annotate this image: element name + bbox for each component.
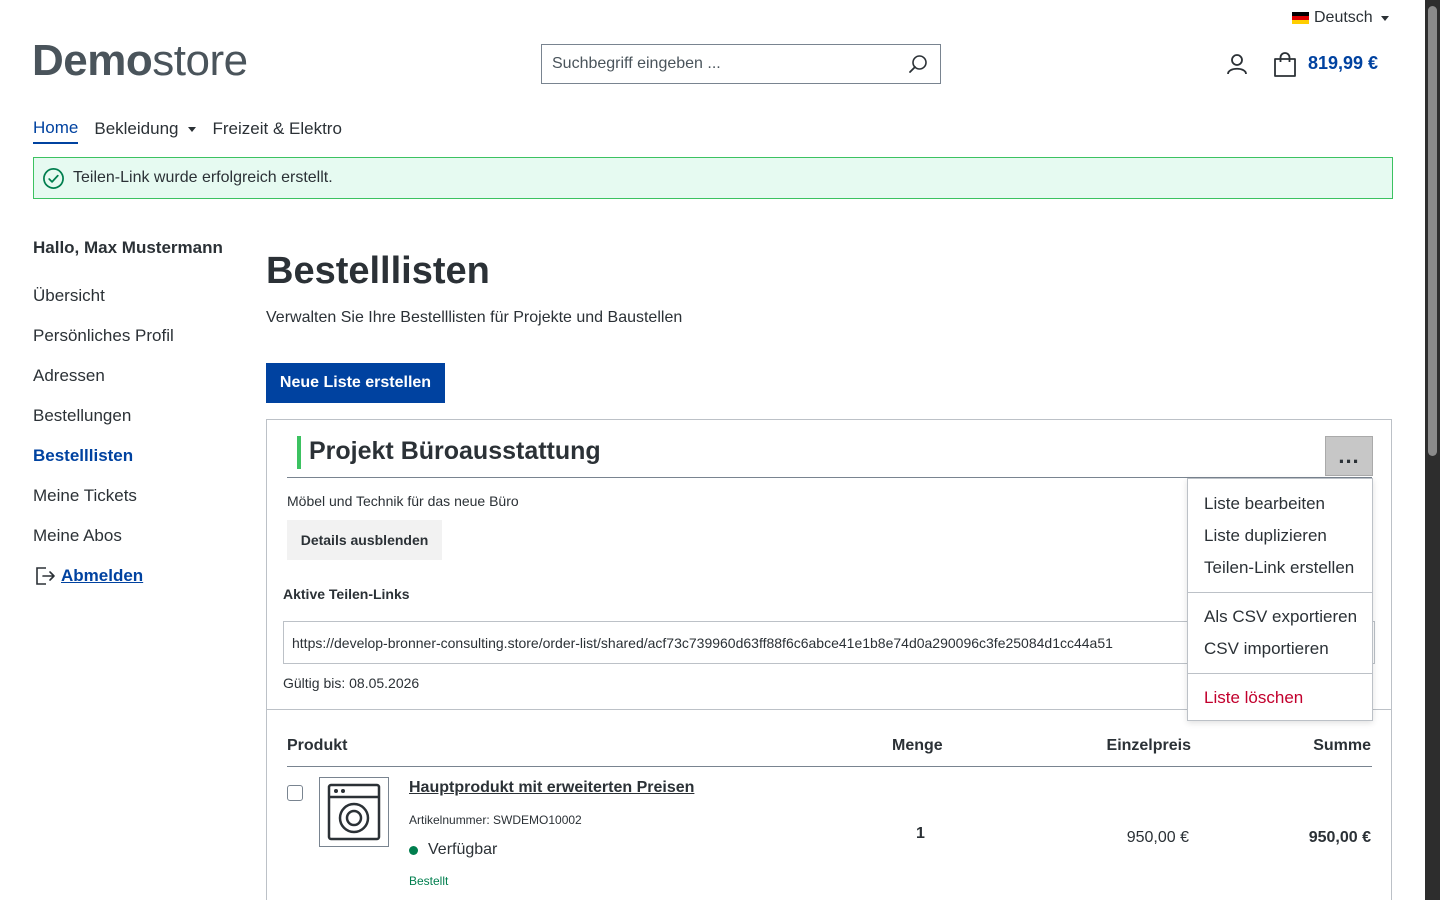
sum-price: 950,00 € xyxy=(1308,829,1371,846)
sidebar-item-overview[interactable]: Übersicht xyxy=(33,286,174,326)
sidebar-item-tickets[interactable]: Meine Tickets xyxy=(33,486,174,526)
nav-item-label: Freizeit & Elektro xyxy=(212,119,342,138)
cart-icon[interactable] xyxy=(1272,52,1298,78)
list-title: Projekt Büroausstattung xyxy=(309,437,601,465)
share-links-heading: Aktive Teilen-Links xyxy=(283,586,410,602)
product-link[interactable]: Hauptprodukt mit erweiterten Preisen xyxy=(409,779,694,797)
nav-item-label: Home xyxy=(33,118,79,137)
search-button[interactable] xyxy=(896,45,940,83)
account-icon[interactable] xyxy=(1225,52,1249,76)
page-title: Bestelllisten xyxy=(266,250,490,292)
nav-item-label: Bekleidung xyxy=(94,119,179,138)
language-selector[interactable]: Deutsch xyxy=(1292,7,1389,29)
search-icon xyxy=(909,55,927,73)
washing-machine-icon xyxy=(327,783,381,841)
nav-item-bekleidung[interactable]: Bekleidung xyxy=(94,118,197,144)
menu-divider xyxy=(1188,673,1372,674)
success-alert: Teilen-Link wurde erfolgreich erstellt. xyxy=(33,157,1393,199)
list-actions-button[interactable]: ... xyxy=(1325,436,1373,476)
sidebar-item-order-lists[interactable]: Bestelllisten xyxy=(33,446,174,486)
logout-link[interactable]: Abmelden xyxy=(61,566,143,586)
list-description: Möbel und Technik für das neue Büro xyxy=(287,493,519,509)
menu-item-delete-list[interactable]: Liste löschen xyxy=(1204,688,1303,708)
availability-dot-icon xyxy=(409,845,418,855)
menu-item-edit-list[interactable]: Liste bearbeiten xyxy=(1204,494,1325,514)
logout-item: Abmelden xyxy=(33,564,143,588)
availability-status: Verfügbar xyxy=(409,841,497,859)
sidebar-item-subscriptions[interactable]: Meine Abos xyxy=(33,526,174,566)
unit-price: 950,00 € xyxy=(1126,829,1189,846)
menu-item-import-csv[interactable]: CSV importieren xyxy=(1204,639,1329,659)
nav-item-freizeit-elektro[interactable]: Freizeit & Elektro xyxy=(212,118,341,144)
menu-item-duplicate-list[interactable]: Liste duplizieren xyxy=(1204,526,1327,546)
toggle-details-button[interactable]: Details ausblenden xyxy=(287,520,442,560)
search-input[interactable] xyxy=(542,45,896,83)
account-sidebar: Übersicht Persönliches Profil Adressen B… xyxy=(33,286,174,566)
availability-label: Verfügbar xyxy=(428,841,498,858)
menu-item-create-share-link[interactable]: Teilen-Link erstellen xyxy=(1204,558,1354,578)
more-icon: ... xyxy=(1338,443,1360,468)
scrollbar-thumb[interactable] xyxy=(1428,6,1437,456)
nav-item-home[interactable]: Home xyxy=(33,118,79,144)
logo[interactable]: Demostore xyxy=(32,36,248,86)
product-sku: Artikelnummer: SWDEMO10002 xyxy=(409,813,582,827)
column-header-unit-price: Einzelpreis xyxy=(1106,737,1191,754)
table-header-divider xyxy=(287,766,1372,767)
page-subtitle: Verwalten Sie Ihre Bestelllisten für Pro… xyxy=(266,309,683,326)
account-greeting: Hallo, Max Mustermann xyxy=(33,238,223,257)
list-accent-bar xyxy=(297,436,301,469)
sidebar-item-profile[interactable]: Persönliches Profil xyxy=(33,326,174,366)
list-actions-menu: Liste bearbeiten Liste duplizieren Teile… xyxy=(1187,478,1373,721)
chevron-down-icon xyxy=(188,126,197,132)
column-header-product: Produkt xyxy=(287,737,348,754)
create-list-button[interactable]: Neue Liste erstellen xyxy=(266,363,445,403)
row-select-checkbox[interactable] xyxy=(287,785,303,801)
language-label: Deutsch xyxy=(1314,9,1373,26)
sidebar-item-addresses[interactable]: Adressen xyxy=(33,366,174,406)
column-header-sum: Summe xyxy=(1313,737,1371,754)
product-thumbnail[interactable] xyxy=(319,777,389,847)
search-bar xyxy=(541,44,941,84)
logout-icon xyxy=(36,567,55,585)
check-circle-icon xyxy=(43,167,64,189)
menu-item-export-csv[interactable]: Als CSV exportieren xyxy=(1204,607,1357,627)
menu-divider xyxy=(1188,592,1372,593)
share-link-validity: Gültig bis: 08.05.2026 xyxy=(283,675,420,691)
order-status: Bestellt xyxy=(409,874,449,888)
sidebar-item-orders[interactable]: Bestellungen xyxy=(33,406,174,446)
main-navigation: Home Bekleidung Freizeit & Elektro xyxy=(33,118,358,144)
logo-light: store xyxy=(152,36,248,85)
column-header-quantity: Menge xyxy=(892,737,943,754)
quantity-value: 1 xyxy=(916,825,925,842)
alert-message: Teilen-Link wurde erfolgreich erstellt. xyxy=(73,169,333,186)
cart-total[interactable]: 819,99 € xyxy=(1308,53,1378,74)
german-flag-icon xyxy=(1292,12,1309,24)
chevron-down-icon xyxy=(1380,15,1389,21)
logo-bold: Demo xyxy=(32,36,153,85)
